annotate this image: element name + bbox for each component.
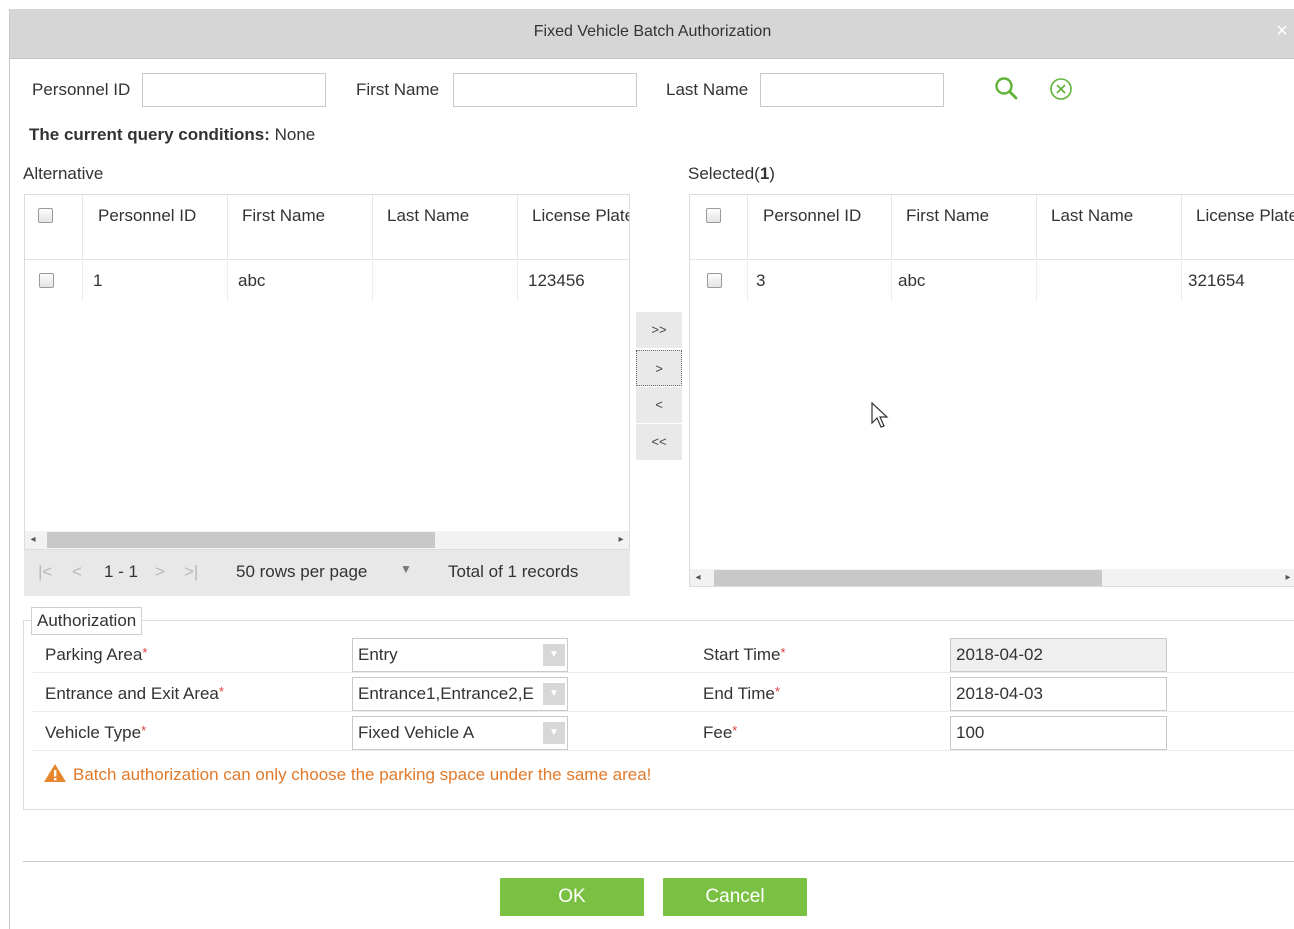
scrollbar-thumb[interactable]	[714, 570, 1102, 586]
mouse-cursor-icon	[871, 401, 891, 435]
prev-page-icon[interactable]: <	[72, 562, 82, 582]
entrance-exit-label: Entrance and Exit Area*	[45, 684, 224, 703]
dropdown-arrow-icon[interactable]: ▼	[543, 722, 565, 744]
alternative-grid-header: Personnel ID First Name Last Name Licens…	[25, 195, 629, 260]
scroll-right-arrow-icon[interactable]: ▸	[613, 531, 629, 549]
table-row[interactable]: 3 abc 321654	[690, 261, 1294, 301]
alternative-horizontal-scrollbar[interactable]: ◂ ▸	[25, 531, 629, 549]
selected-horizontal-scrollbar[interactable]: ◂ ▸	[690, 569, 1294, 586]
next-page-icon[interactable]: >	[155, 562, 165, 582]
parking-area-select[interactable]: Entry ▼	[352, 638, 568, 672]
personnel-id-input[interactable]	[142, 73, 326, 107]
start-time-label: Start Time*	[703, 645, 786, 664]
entrance-exit-select[interactable]: Entrance1,Entrance2,E ▼	[352, 677, 568, 711]
row-last-name	[373, 261, 518, 301]
footer-divider	[23, 861, 1294, 862]
row-last-name	[1037, 261, 1182, 301]
scroll-right-arrow-icon[interactable]: ▸	[1280, 569, 1294, 586]
dropdown-arrow-icon[interactable]: ▼	[543, 683, 565, 705]
alternative-col-license-plate[interactable]: License Plate	[518, 195, 629, 260]
selected-select-all-cell	[690, 195, 748, 260]
query-conditions-value: None	[274, 125, 316, 144]
alternative-grid: Personnel ID First Name Last Name Licens…	[24, 194, 630, 550]
vehicle-type-value: Fixed Vehicle A	[358, 723, 475, 742]
personnel-id-label: Personnel ID	[32, 80, 131, 99]
selected-count: 1	[759, 164, 770, 183]
alternative-col-personnel-id[interactable]: Personnel ID	[83, 195, 228, 260]
alternative-select-all-cell	[25, 195, 83, 260]
alternative-col-last-name[interactable]: Last Name	[373, 195, 518, 260]
batch-warning-text: Batch authorization can only choose the …	[73, 765, 652, 784]
alternative-select-all-checkbox[interactable]	[38, 208, 53, 223]
selected-select-all-checkbox[interactable]	[706, 208, 721, 223]
row-first-name: abc	[892, 261, 1037, 301]
search-icon[interactable]	[992, 74, 1022, 104]
authorization-legend: Authorization	[31, 607, 143, 635]
vehicle-type-select[interactable]: Fixed Vehicle A ▼	[352, 716, 568, 750]
move-left-button[interactable]: <	[636, 387, 682, 423]
scroll-left-arrow-icon[interactable]: ◂	[25, 531, 41, 549]
start-time-field: 2018-04-02	[950, 638, 1167, 672]
selected-col-last-name[interactable]: Last Name	[1037, 195, 1182, 260]
alternative-pager: |< < 1 - 1 > >| 50 rows per page ▼ Total…	[24, 550, 630, 596]
ok-button[interactable]: OK	[500, 878, 644, 916]
batch-authorization-dialog: Fixed Vehicle Batch Authorization × Pers…	[9, 9, 1294, 929]
row-personnel-id: 1	[83, 261, 228, 301]
selected-col-license-plate[interactable]: License Plate	[1182, 195, 1294, 260]
dropdown-arrow-icon[interactable]: ▼	[543, 644, 565, 666]
dialog-title: Fixed Vehicle Batch Authorization	[533, 23, 772, 40]
row-checkbox-cell	[25, 261, 83, 301]
row-first-name: abc	[228, 261, 373, 301]
selected-col-first-name[interactable]: First Name	[892, 195, 1037, 260]
move-right-button[interactable]: >	[636, 350, 682, 386]
alternative-col-first-name[interactable]: First Name	[228, 195, 373, 260]
rows-per-page-dropdown-icon[interactable]: ▼	[400, 562, 412, 576]
query-conditions-label: The current query conditions:	[29, 125, 270, 144]
selected-grid: Personnel ID First Name Last Name Licens…	[689, 194, 1294, 587]
last-name-input[interactable]	[760, 73, 944, 107]
selected-col-personnel-id[interactable]: Personnel ID	[748, 195, 892, 260]
page-range: 1 - 1	[104, 562, 139, 581]
selected-title: Selected(1)	[688, 164, 775, 183]
parking-area-label: Parking Area*	[45, 645, 148, 664]
row-checkbox[interactable]	[707, 273, 722, 288]
warning-icon	[43, 763, 67, 788]
first-name-input[interactable]	[453, 73, 637, 107]
close-icon[interactable]: ×	[1271, 20, 1293, 42]
row-checkbox[interactable]	[39, 273, 54, 288]
fee-field[interactable]: 100	[950, 716, 1167, 750]
batch-warning: Batch authorization can only choose the …	[43, 763, 651, 788]
move-all-left-button[interactable]: <<	[636, 424, 682, 460]
first-page-icon[interactable]: |<	[38, 562, 52, 582]
row-license-plate: 321654	[1182, 261, 1294, 301]
vehicle-type-label: Vehicle Type*	[45, 723, 147, 742]
dialog-titlebar: Fixed Vehicle Batch Authorization ×	[10, 9, 1294, 59]
first-name-label: First Name	[356, 80, 440, 99]
last-page-icon[interactable]: >|	[184, 562, 198, 582]
end-time-label: End Time*	[703, 684, 780, 703]
row-license-plate: 123456	[518, 261, 629, 301]
query-conditions: The current query conditions: None	[29, 125, 315, 145]
end-time-field[interactable]: 2018-04-03	[950, 677, 1167, 711]
scroll-left-arrow-icon[interactable]: ◂	[690, 569, 706, 586]
selected-grid-header: Personnel ID First Name Last Name Licens…	[690, 195, 1294, 260]
total-records: Total of 1 records	[448, 562, 579, 581]
table-row[interactable]: 1 abc 123456	[25, 261, 629, 301]
clear-circle-icon[interactable]	[1047, 74, 1077, 104]
fee-label: Fee*	[703, 723, 738, 742]
alternative-title: Alternative	[23, 164, 104, 183]
entrance-exit-value: Entrance1,Entrance2,E	[358, 684, 534, 703]
row-personnel-id: 3	[748, 261, 892, 301]
row-checkbox-cell	[690, 261, 748, 301]
move-all-right-button[interactable]: >>	[636, 312, 682, 348]
cancel-button[interactable]: Cancel	[663, 878, 807, 916]
scrollbar-thumb[interactable]	[47, 532, 435, 548]
rows-per-page-select[interactable]: 50 rows per page	[236, 562, 367, 582]
parking-area-value: Entry	[358, 645, 398, 664]
last-name-label: Last Name	[666, 80, 749, 99]
